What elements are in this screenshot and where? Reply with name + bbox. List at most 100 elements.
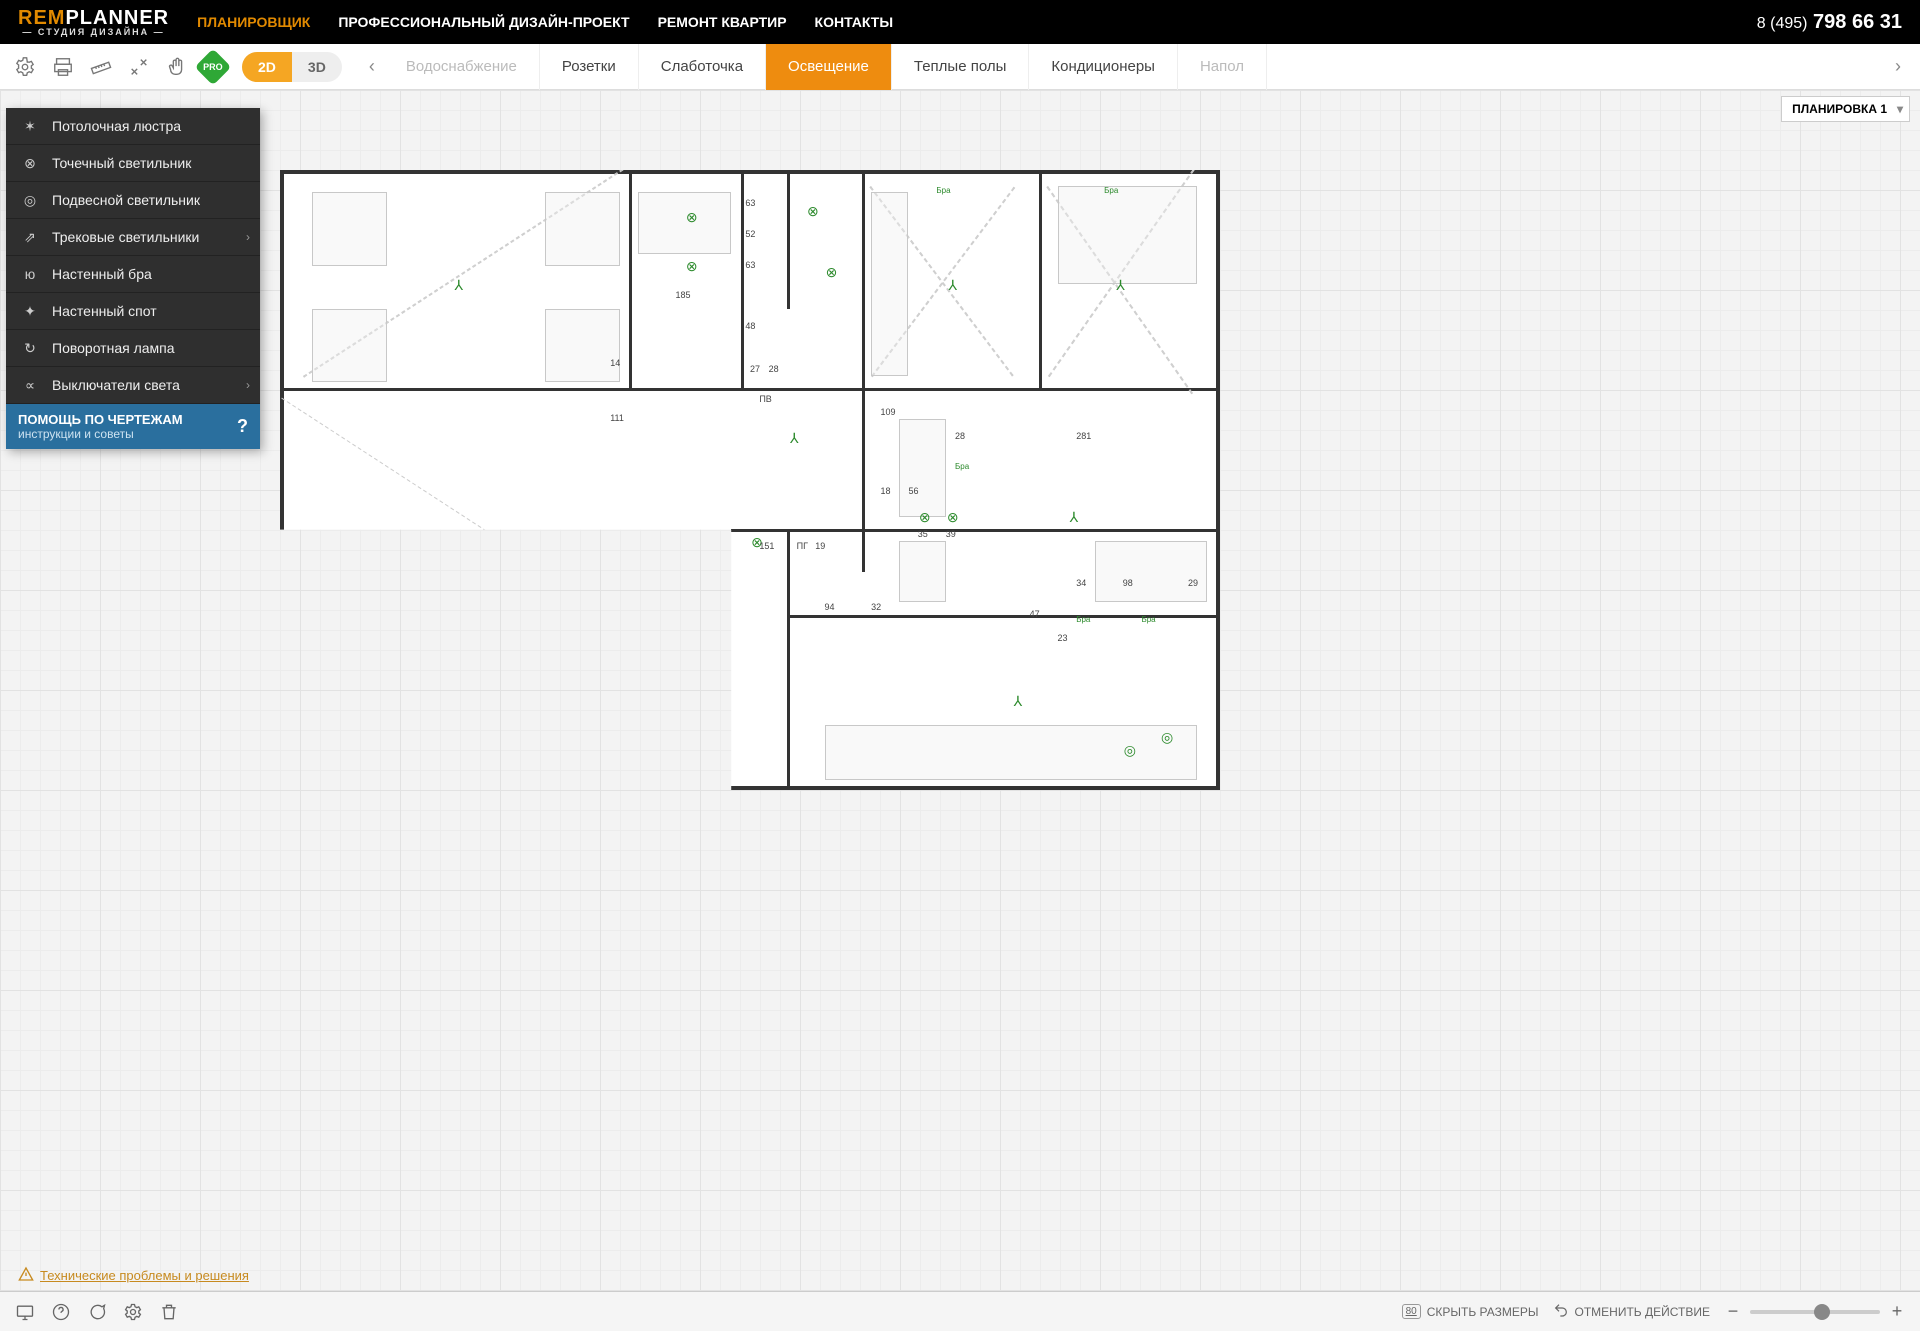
tools-icon[interactable] <box>124 52 154 82</box>
switch-icon: ∝ <box>18 377 42 394</box>
sidepanel-item-track[interactable]: ⇗ Трековые светильники › <box>6 219 260 256</box>
nav-planner[interactable]: ПЛАНИРОВЩИК <box>197 14 310 30</box>
dim-label: 28 <box>955 431 965 441</box>
dim-label: 98 <box>1123 578 1133 588</box>
tabs-scroll-right-icon[interactable]: › <box>1886 44 1910 90</box>
pro-badge[interactable]: PRO <box>195 48 232 85</box>
tab-ac[interactable]: Кондиционеры <box>1029 44 1178 90</box>
bra-label: Бра <box>1141 615 1155 624</box>
dim-label: 52 <box>745 229 755 239</box>
print-icon[interactable] <box>48 52 78 82</box>
dim-label: 32 <box>871 602 881 612</box>
pro-badge-label: PRO <box>203 61 223 71</box>
lighting-sidepanel: ✶ Потолочная люстра ⊗ Точечный светильни… <box>6 108 260 449</box>
sidepanel-item-label: Точечный светильник <box>52 155 191 171</box>
bra-label: Бра <box>1076 615 1090 624</box>
tab-lighting[interactable]: Освещение <box>766 44 892 90</box>
rotlamp-icon: ↻ <box>18 340 42 357</box>
zoom-in-button[interactable]: + <box>1888 1301 1906 1322</box>
bra-label: Бра <box>936 186 950 195</box>
floorplan[interactable]: ⅄ ⊗ ⊗ ⊗ ⊗ ⅄ ⅄ ⅄ ⊗ ⊗⊗ ⅄ ⅄ ◎ ◎ Бра Бра Бра… <box>280 170 1220 790</box>
help-title: ПОМОЩЬ ПО ЧЕРТЕЖАМ <box>18 412 248 427</box>
hide-dimensions-button[interactable]: 80 СКРЫТЬ РАЗМЕРЫ <box>1402 1304 1539 1319</box>
sidepanel-item-spotlight[interactable]: ⊗ Точечный светильник <box>6 145 260 182</box>
zoom-out-button[interactable]: − <box>1724 1301 1742 1322</box>
help-icon[interactable] <box>50 1301 72 1323</box>
sidepanel-item-wallbra[interactable]: ю Настенный бра <box>6 256 260 293</box>
dim-label: 151 <box>759 541 774 551</box>
zoom-control: − + <box>1724 1301 1906 1322</box>
logo[interactable]: REMPLANNER — СТУДИЯ ДИЗАЙНА — <box>18 8 169 37</box>
tech-issues-label: Технические проблемы и решения <box>40 1268 249 1283</box>
view-switch: 2D 3D <box>242 52 342 82</box>
screen-icon[interactable] <box>14 1301 36 1323</box>
trash-icon[interactable] <box>158 1301 180 1323</box>
settings-gear-icon[interactable] <box>10 52 40 82</box>
phone-number: 798 66 31 <box>1807 11 1902 33</box>
sidepanel-item-wallspot[interactable]: ✦ Настенный спот <box>6 293 260 330</box>
help-question-icon: ? <box>237 416 248 437</box>
dim-label: 48 <box>745 321 755 331</box>
tab-water[interactable]: Водоснабжение <box>384 44 540 90</box>
sidepanel-item-label: Потолочная люстра <box>52 118 181 134</box>
dim-label: 233 <box>1011 150 1026 160</box>
phone-area: 8 (495) <box>1757 15 1808 32</box>
tab-sockets[interactable]: Розетки <box>540 44 639 90</box>
layout-selector[interactable]: ПЛАНИРОВКА 1 <box>1781 96 1910 122</box>
chandelier-icon: ✶ <box>18 118 42 135</box>
sidepanel-item-chandelier[interactable]: ✶ Потолочная люстра <box>6 108 260 145</box>
category-tabs: ‹ Водоснабжение Розетки Слаботочка Освещ… <box>360 44 1910 90</box>
view-2d-button[interactable]: 2D <box>242 52 292 82</box>
sidepanel-item-label: Настенный спот <box>52 303 157 319</box>
logo-part-planner: PLANNER <box>65 7 169 29</box>
dim-label: 19 <box>815 541 825 551</box>
hand-icon[interactable] <box>162 52 192 82</box>
help-subtitle: инструкции и советы <box>18 427 248 441</box>
zoom-slider-thumb[interactable] <box>1814 1304 1830 1320</box>
tech-issues-link[interactable]: Технические проблемы и решения <box>18 1266 249 1285</box>
canvas-workspace[interactable]: ⅄ ⊗ ⊗ ⊗ ⊗ ⅄ ⅄ ⅄ ⊗ ⊗⊗ ⅄ ⅄ ◎ ◎ Бра Бра Бра… <box>0 90 1920 1291</box>
sidepanel-item-label: Поворотная лампа <box>52 340 175 356</box>
ruler-icon[interactable] <box>86 52 116 82</box>
tab-floor[interactable]: Напол <box>1178 44 1267 90</box>
sidepanel-item-pendant[interactable]: ◎ Подвесной светильник <box>6 182 260 219</box>
chat-icon[interactable] <box>86 1301 108 1323</box>
dim-label: 56 <box>908 486 918 496</box>
dim-label: 39 <box>946 529 956 539</box>
nav-renovate[interactable]: РЕМОНТ КВАРТИР <box>658 14 787 30</box>
dim-label: 28 <box>769 364 779 374</box>
view-3d-button[interactable]: 3D <box>292 52 342 82</box>
wallbra-icon: ю <box>18 266 42 282</box>
tabs-scroll-left-icon[interactable]: ‹ <box>360 44 384 90</box>
spotlight-icon: ⊗ <box>18 155 42 172</box>
sidepanel-item-rotlamp[interactable]: ↻ Поворотная лампа <box>6 330 260 367</box>
sidepanel-help[interactable]: ? ПОМОЩЬ ПО ЧЕРТЕЖАМ инструкции и советы <box>6 404 260 449</box>
sidepanel-item-label: Подвесной светильник <box>52 192 200 208</box>
dim-label: 29 <box>1188 578 1198 588</box>
bra-label: Бра <box>1104 186 1118 195</box>
wallspot-icon: ✦ <box>18 303 42 320</box>
dim-label: ПГ <box>797 541 808 551</box>
pendant-icon: ◎ <box>18 192 42 209</box>
nav-design[interactable]: ПРОФЕССИОНАЛЬНЫЙ ДИЗАЙН-ПРОЕКТ <box>338 14 629 30</box>
chevron-right-icon: › <box>246 378 250 392</box>
undo-button[interactable]: ОТМЕНИТЬ ДЕЙСТВИЕ <box>1553 1302 1710 1321</box>
sidepanel-item-switches[interactable]: ∝ Выключатели света › <box>6 367 260 404</box>
dim-label: 281 <box>1076 431 1091 441</box>
statusbar: 80 СКРЫТЬ РАЗМЕРЫ ОТМЕНИТЬ ДЕЙСТВИЕ − + <box>0 1291 1920 1331</box>
main-nav: ПЛАНИРОВЩИК ПРОФЕССИОНАЛЬНЫЙ ДИЗАЙН-ПРОЕ… <box>197 14 1757 30</box>
zoom-slider[interactable] <box>1750 1310 1880 1314</box>
tab-heating[interactable]: Теплые полы <box>892 44 1030 90</box>
nav-contacts[interactable]: КОНТАКТЫ <box>815 14 893 30</box>
bra-label: Бра <box>955 462 969 471</box>
dim-label: 18 <box>880 486 890 496</box>
tab-lowvoltage[interactable]: Слаботочка <box>639 44 766 90</box>
gear-icon[interactable] <box>122 1301 144 1323</box>
hide-dimensions-label: СКРЫТЬ РАЗМЕРЫ <box>1427 1305 1539 1319</box>
logo-part-rem: REM <box>18 7 65 29</box>
dims-count: 80 <box>1402 1304 1421 1319</box>
phone[interactable]: 8 (495) 798 66 31 <box>1757 11 1902 34</box>
track-icon: ⇗ <box>18 229 42 246</box>
sidepanel-item-label: Настенный бра <box>52 266 152 282</box>
dim-label: 111 <box>610 413 624 423</box>
